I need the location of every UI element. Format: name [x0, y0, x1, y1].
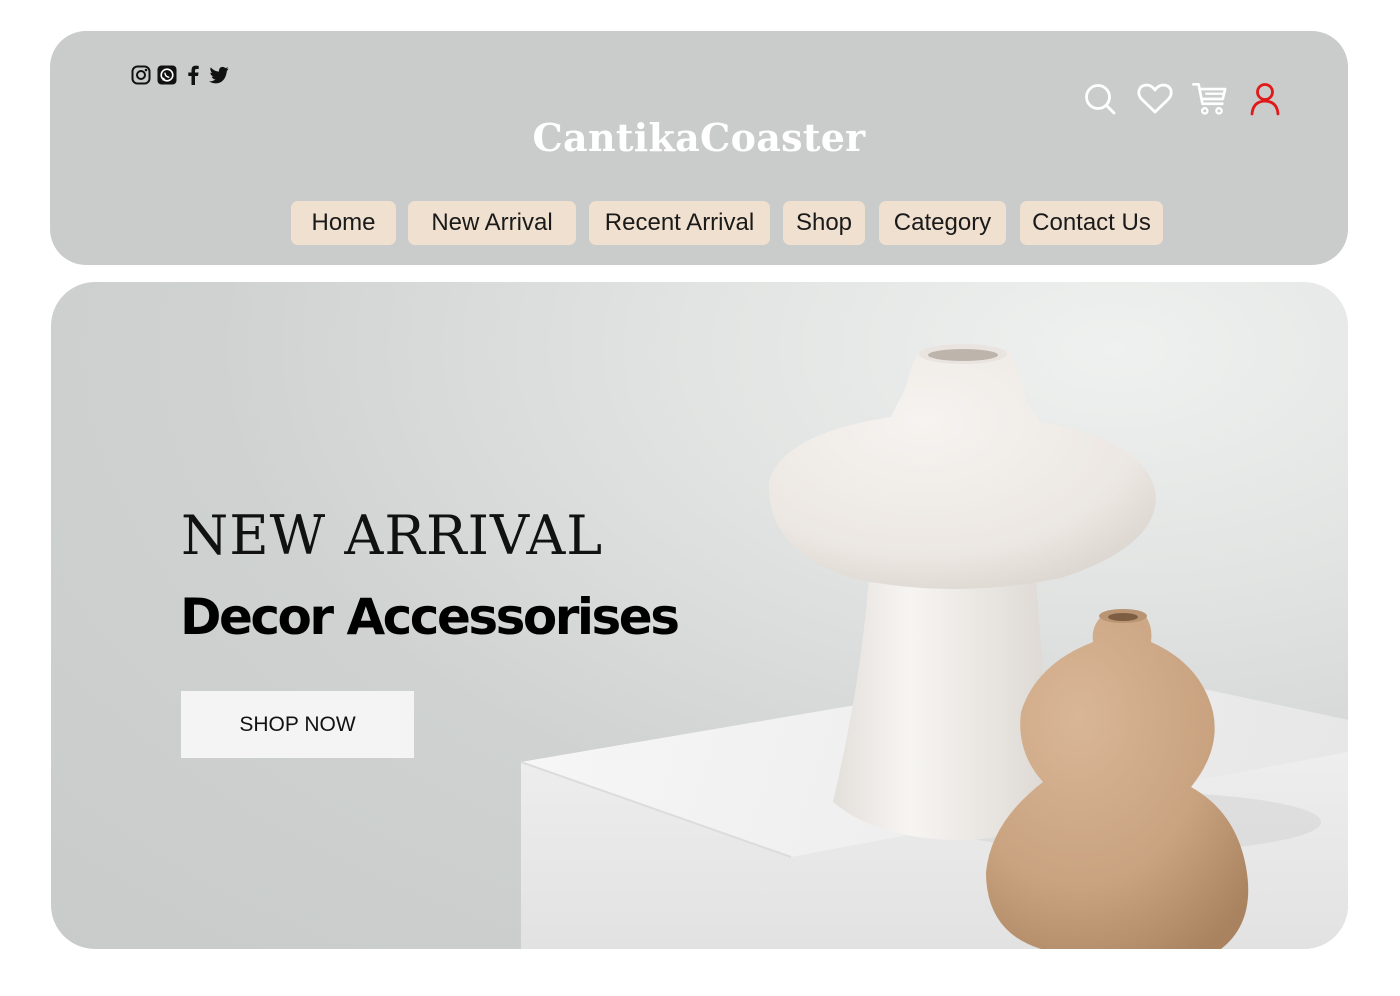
heart-icon[interactable]: [1137, 81, 1173, 117]
shop-now-button[interactable]: SHOP NOW: [181, 691, 414, 758]
nav-item-category[interactable]: Category: [879, 201, 1006, 245]
nav-item-shop[interactable]: Shop: [783, 201, 865, 245]
site-header: CantikaCoaster Home New Arrival Recent A…: [50, 31, 1348, 265]
nav-item-recent-arrival[interactable]: Recent Arrival: [589, 201, 770, 245]
header-actions: [1082, 81, 1283, 117]
nav-item-new-arrival[interactable]: New Arrival: [408, 201, 576, 245]
cart-icon[interactable]: [1192, 81, 1228, 117]
brand-logo[interactable]: CantikaCoaster: [50, 115, 1348, 160]
instagram-icon[interactable]: [130, 64, 152, 86]
facebook-icon[interactable]: [182, 64, 204, 86]
user-icon[interactable]: [1247, 81, 1283, 117]
nav-item-home[interactable]: Home: [291, 201, 396, 245]
whatsapp-icon[interactable]: [156, 64, 178, 86]
search-icon[interactable]: [1082, 81, 1118, 117]
hero-eyebrow: NEW ARRIVAL: [181, 504, 604, 567]
hero-banner: NEW ARRIVAL Decor Accessorises SHOP NOW: [51, 282, 1348, 949]
nav-item-contact-us[interactable]: Contact Us: [1020, 201, 1163, 245]
twitter-icon[interactable]: [208, 64, 230, 86]
hero-title: Decor Accessorises: [180, 588, 680, 646]
social-links: [130, 64, 230, 86]
